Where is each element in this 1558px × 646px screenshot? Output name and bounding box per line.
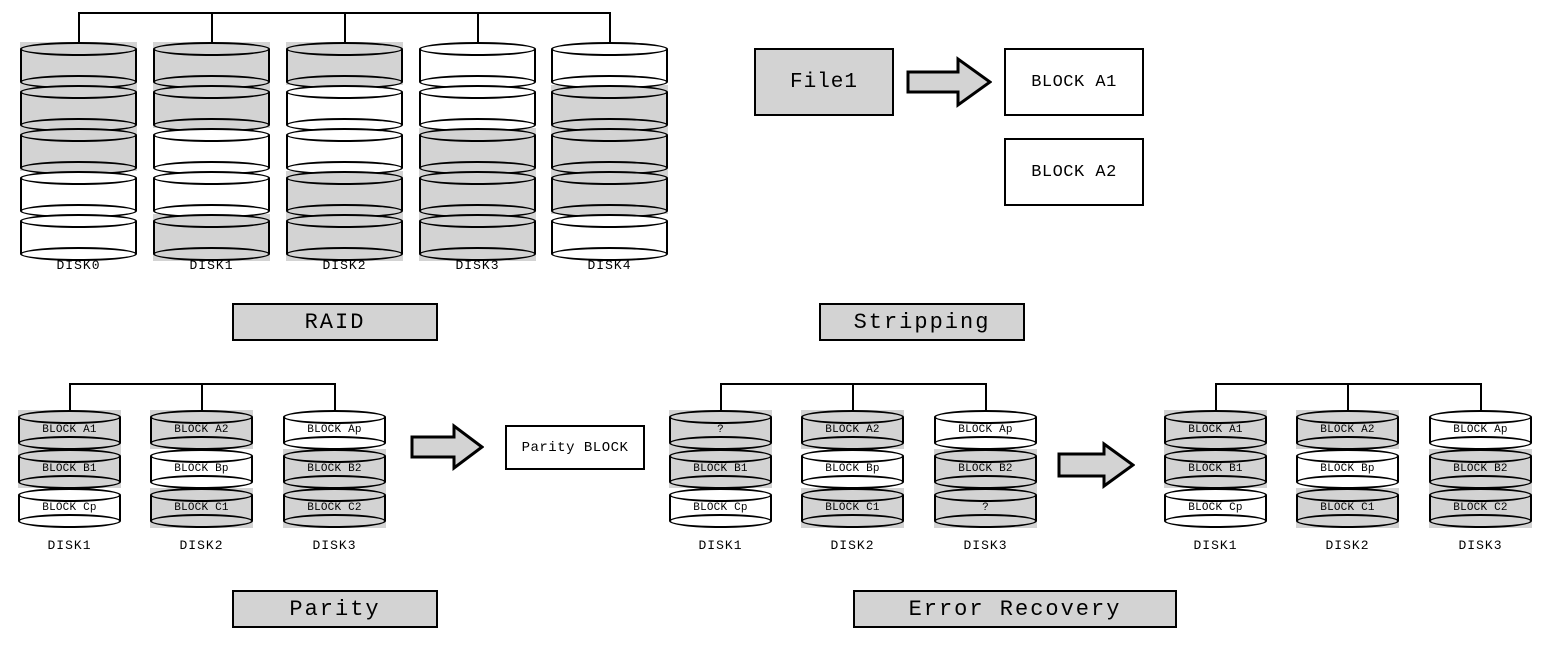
stripping-arrow-icon [906, 56, 992, 108]
parity-arrow-icon [410, 423, 484, 471]
parity-block-2-2: BLOCK C2 [283, 488, 386, 528]
parity-title-plaque: Parity [232, 590, 438, 628]
error-after-block-1-1: BLOCK Bp [1296, 449, 1399, 489]
error-after-block-1-2: BLOCK C1 [1296, 488, 1399, 528]
error-after-block-2-2: BLOCK C2 [1429, 488, 1532, 528]
error-after-disk-caption-1: DISK2 [1325, 538, 1370, 553]
error-after-block-0-0: BLOCK A1 [1164, 410, 1267, 450]
raid-platter-2-0 [286, 42, 403, 89]
parity-block-1-2: BLOCK C1 [150, 488, 253, 528]
parity-block-0-2: BLOCK Cp [18, 488, 121, 528]
parity-disk-caption-1: DISK2 [179, 538, 224, 553]
raid-platter-0-4 [20, 214, 137, 261]
raid-platter-3-4 [419, 214, 536, 261]
raid-platter-0-2 [20, 128, 137, 175]
error-before-disk-caption-0: DISK1 [698, 538, 743, 553]
error-before-block-0-0: ? [669, 410, 772, 450]
error-after-block-2-1: BLOCK B2 [1429, 449, 1532, 489]
error-before-block-2-0: BLOCK Ap [934, 410, 1037, 450]
error-before-block-0-2: BLOCK Cp [669, 488, 772, 528]
error-after-block-0-2: BLOCK Cp [1164, 488, 1267, 528]
error-before-block-1-1: BLOCK Bp [801, 449, 904, 489]
raid-connector-drop-3 [477, 12, 479, 46]
error-after-connector-drop-0 [1215, 383, 1217, 413]
error-before-block-1-2: BLOCK C1 [801, 488, 904, 528]
stripping-title-plaque: Stripping [819, 303, 1025, 341]
raid-section: DISK0 DISK1 DISK2 DISK3 DISK4 RAID [0, 0, 700, 350]
error-before-connector-drop-0 [720, 383, 722, 413]
raid-platter-2-4 [286, 214, 403, 261]
parity-block-2-0: BLOCK Ap [283, 410, 386, 450]
raid-platter-1-2 [153, 128, 270, 175]
raid-platter-2-2 [286, 128, 403, 175]
raid-concepts-diagram: DISK0 DISK1 DISK2 DISK3 DISK4 RAID File1… [0, 0, 1558, 646]
raid-platter-4-0 [551, 42, 668, 89]
raid-platter-0-3 [20, 171, 137, 218]
raid-platter-3-1 [419, 85, 536, 132]
error-before-disk-caption-1: DISK2 [830, 538, 875, 553]
parity-block-1-1: BLOCK Bp [150, 449, 253, 489]
parity-connector-drop-0 [69, 383, 71, 413]
raid-title-plaque: RAID [232, 303, 438, 341]
raid-platter-0-1 [20, 85, 137, 132]
error-after-block-2-0: BLOCK Ap [1429, 410, 1532, 450]
error-after-disk-caption-2: DISK3 [1458, 538, 1503, 553]
error-before-block-0-1: BLOCK B1 [669, 449, 772, 489]
raid-connector-drop-2 [344, 12, 346, 46]
error-recovery-arrow-icon [1057, 441, 1135, 489]
parity-block-2-1: BLOCK B2 [283, 449, 386, 489]
error-after-disk-caption-0: DISK1 [1193, 538, 1238, 553]
error-recovery-section: ? BLOCK B1 BLOCK Cp DISK1 BLOCK A2 BLOCK… [660, 375, 1558, 646]
parity-section: BLOCK A1 BLOCK B1 BLOCK Cp DISK1 BLOCK A… [0, 375, 660, 646]
error-recovery-title-plaque: Error Recovery [853, 590, 1177, 628]
raid-platter-4-2 [551, 128, 668, 175]
raid-platter-4-4 [551, 214, 668, 261]
raid-connector-drop-1 [211, 12, 213, 46]
error-after-connector-drop-2 [1480, 383, 1482, 413]
raid-platter-4-3 [551, 171, 668, 218]
raid-connector-drop-4 [609, 12, 611, 46]
parity-block-0-1: BLOCK B1 [18, 449, 121, 489]
error-before-connector-drop-2 [985, 383, 987, 413]
parity-connector-drop-2 [334, 383, 336, 413]
raid-platter-2-3 [286, 171, 403, 218]
raid-platter-1-1 [153, 85, 270, 132]
error-after-block-1-0: BLOCK A2 [1296, 410, 1399, 450]
raid-platter-1-4 [153, 214, 270, 261]
parity-connector-drop-1 [201, 383, 203, 413]
raid-platter-3-3 [419, 171, 536, 218]
raid-platter-0-0 [20, 42, 137, 89]
stripping-section: File1 BLOCK A1 BLOCK A2 Stripping [700, 0, 1220, 350]
error-before-connector-drop-1 [852, 383, 854, 413]
error-before-disk-caption-2: DISK3 [963, 538, 1008, 553]
raid-platter-4-1 [551, 85, 668, 132]
raid-platter-2-1 [286, 85, 403, 132]
block-a1-box: BLOCK A1 [1004, 48, 1144, 116]
parity-block-0-0: BLOCK A1 [18, 410, 121, 450]
parity-disk-caption-2: DISK3 [312, 538, 357, 553]
raid-platter-3-2 [419, 128, 536, 175]
error-before-block-2-2: ? [934, 488, 1037, 528]
parity-block-1-0: BLOCK A2 [150, 410, 253, 450]
parity-block-result-box: Parity BLOCK [505, 425, 645, 470]
raid-connector-drop-0 [78, 12, 80, 46]
error-before-block-2-1: BLOCK B2 [934, 449, 1037, 489]
error-before-block-1-0: BLOCK A2 [801, 410, 904, 450]
error-after-connector-drop-1 [1347, 383, 1349, 413]
block-a2-box: BLOCK A2 [1004, 138, 1144, 206]
raid-platter-1-3 [153, 171, 270, 218]
raid-platter-1-0 [153, 42, 270, 89]
error-after-block-0-1: BLOCK B1 [1164, 449, 1267, 489]
file1-box: File1 [754, 48, 894, 116]
parity-disk-caption-0: DISK1 [47, 538, 92, 553]
raid-platter-3-0 [419, 42, 536, 89]
